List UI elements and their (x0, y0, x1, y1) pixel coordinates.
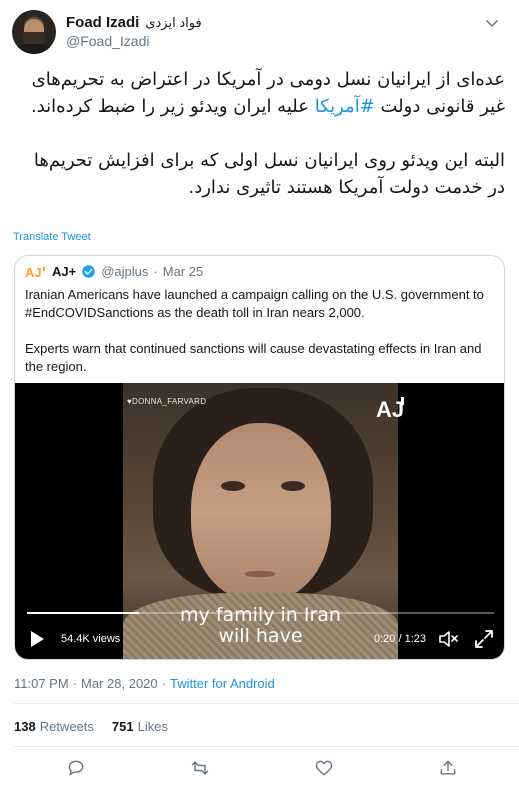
separator-dot: · (153, 264, 158, 279)
video-time: 0:20 / 1:23 (374, 633, 426, 645)
divider (14, 746, 519, 747)
play-icon[interactable] (29, 630, 45, 648)
display-name-persian[interactable]: فواد ایزدی (145, 15, 201, 31)
avatar-suit (16, 44, 52, 54)
divider (14, 703, 519, 704)
reply-icon[interactable] (66, 758, 86, 778)
video-eye-left (221, 481, 245, 491)
share-icon[interactable] (438, 758, 458, 778)
hashtag-link[interactable]: #آمریکا (315, 96, 375, 117)
aj-logo: AJ (25, 265, 45, 279)
volume-icon[interactable] (438, 629, 460, 649)
video-progress-bar[interactable] (27, 612, 494, 614)
svg-text:AJ: AJ (25, 265, 42, 279)
video-progress-fill (27, 612, 140, 614)
tweet-time[interactable]: 11:07 PM (14, 676, 69, 691)
display-name[interactable]: Foad Izadi (66, 14, 139, 31)
video-eye-right (281, 481, 305, 491)
quoted-paragraph-1: Iranian Americans have launched a campai… (25, 287, 484, 320)
tweet-source-link[interactable]: Twitter for Android (170, 676, 275, 691)
translate-tweet-link[interactable]: Translate Tweet (13, 231, 91, 243)
tweet-stats: 138 Retweets 751 Likes (14, 719, 168, 734)
expand-icon[interactable] (474, 629, 494, 649)
separator-dot: · (161, 676, 166, 691)
likes-label: Likes (137, 719, 168, 734)
chevron-down-icon[interactable] (483, 14, 501, 32)
tweet-paragraph-2: البته این ویدئو روی ایرانیان نسل اولی که… (33, 150, 505, 198)
svg-text:AJ: AJ (376, 397, 404, 421)
likes-stat[interactable]: 751 Likes (112, 719, 168, 734)
quoted-tweet-text: Iranian Americans have launched a campai… (25, 286, 492, 394)
retweets-count: 138 (14, 719, 36, 734)
quoted-tweet[interactable]: AJ AJ+ @ajplus · Mar 25 Iranian American… (14, 255, 505, 660)
quoted-handle[interactable]: @ajplus (101, 264, 148, 279)
retweets-stat[interactable]: 138 Retweets (14, 719, 94, 734)
separator-dot: · (72, 676, 78, 691)
quoted-paragraph-2: Experts warn that continued sanctions wi… (25, 341, 482, 374)
tweet-text: عده‌ای از ایرانیان نسل دومی در آمریکا در… (12, 66, 505, 201)
retweet-icon[interactable] (190, 758, 210, 778)
quoted-date[interactable]: Mar 25 (163, 264, 203, 279)
likes-count: 751 (111, 719, 134, 734)
tweet-paragraph-1: عده‌ای از ایرانیان نسل دومی در آمریکا در… (12, 66, 505, 120)
like-icon[interactable] (314, 758, 334, 778)
avatar[interactable] (12, 10, 56, 54)
tweet-date[interactable]: Mar 28, 2020 (81, 676, 158, 691)
video-views: 54.4K views (61, 633, 121, 645)
user-handle[interactable]: @Foad_Izadi (66, 33, 149, 49)
retweets-label: Retweets (39, 719, 94, 734)
video-controls: 54.4K views 0:20 / 1:23 (15, 625, 504, 659)
aj-video-logo: AJ (376, 397, 404, 421)
video-player[interactable]: ♥DONNA_FARVARD AJ my family in Iran will… (15, 383, 504, 659)
video-mouth (245, 571, 275, 577)
quoted-display-name[interactable]: AJ+ (52, 264, 76, 279)
tweet-text-part: علیه ایران ویدئو زیر را ضبط کرده‌اند. (30, 96, 315, 117)
verified-icon (82, 265, 95, 278)
tweet-header: Foad Izadi فواد ایزدی @Foad_Izadi (12, 8, 507, 54)
name-row: Foad Izadi فواد ایزدی (66, 14, 202, 31)
tweet-meta: 11:07 PM · Mar 28, 2020 · Twitter for An… (14, 676, 275, 691)
tweet-actions (0, 758, 519, 784)
caption-line-1: my family in Iran (180, 604, 341, 626)
video-watermark: ♥DONNA_FARVARD (127, 397, 207, 406)
quoted-tweet-header: AJ AJ+ @ajplus · Mar 25 (25, 264, 203, 279)
